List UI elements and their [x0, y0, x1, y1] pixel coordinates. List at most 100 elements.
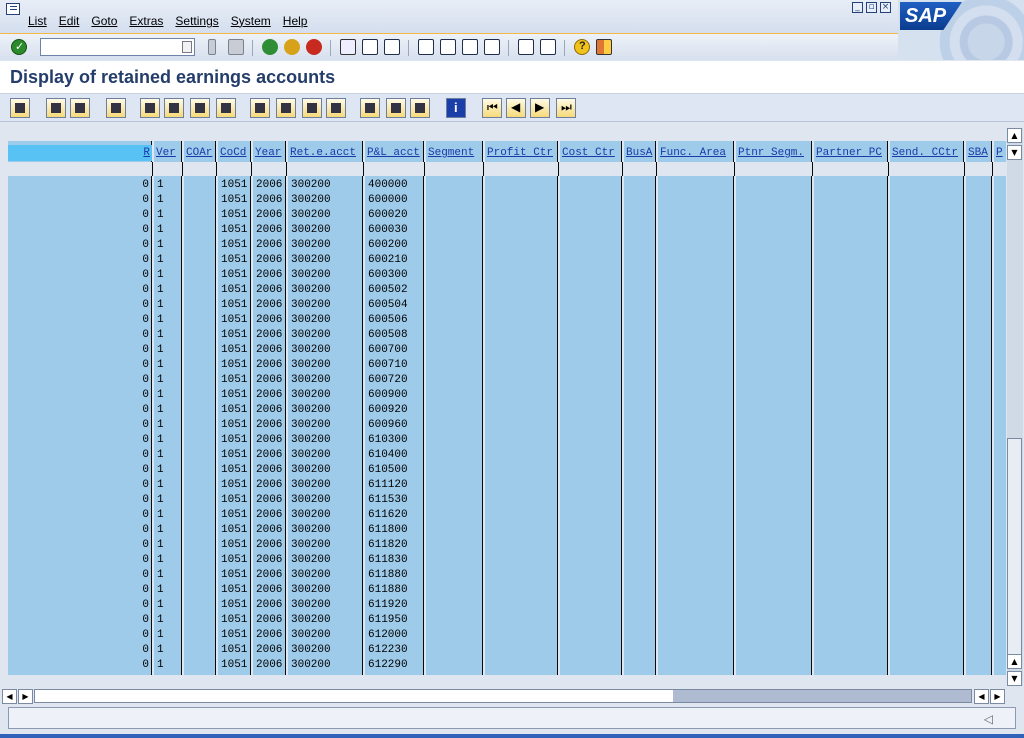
exit-icon[interactable] [284, 39, 300, 55]
system-menu-icon[interactable] [6, 3, 20, 15]
subtotal-icon[interactable] [164, 98, 184, 118]
table-row[interactable]: 0 1 1051 2006 300200 610300 [8, 433, 1006, 448]
next-page-icon[interactable] [462, 39, 478, 55]
close-icon[interactable]: × [880, 2, 891, 13]
table-row[interactable]: 0 1 1051 2006 300200 611950 [8, 613, 1006, 628]
table-row[interactable]: 0 1 1051 2006 300200 612000 [8, 628, 1006, 643]
table-row[interactable]: 0 1 1051 2006 300200 600700 [8, 343, 1006, 358]
table-row[interactable]: 0 1 1051 2006 300200 611120 [8, 478, 1006, 493]
table-row[interactable]: 0 1 1051 2006 300200 400000 [8, 178, 1006, 193]
command-field[interactable] [40, 38, 195, 56]
find-next-icon[interactable] [384, 39, 400, 55]
menu-extras[interactable]: Extras [129, 14, 163, 28]
table-row[interactable]: 0 1 1051 2006 300200 611920 [8, 598, 1006, 613]
minimize-icon[interactable]: _ [852, 2, 863, 13]
column-header[interactable]: SBA [966, 145, 992, 161]
table-row[interactable]: 0 1 1051 2006 300200 611880 [8, 583, 1006, 598]
scroll-page-down-icon[interactable]: ▲ [1007, 654, 1022, 669]
spreadsheet-icon[interactable] [302, 98, 322, 118]
column-header[interactable]: Func. Area [658, 145, 734, 161]
scroll-left-icon[interactable]: ◀ [2, 689, 17, 704]
scroll-left-page-icon[interactable]: ◀ [974, 689, 989, 704]
maximize-icon[interactable]: ▫ [866, 2, 877, 13]
create-shortcut-icon[interactable] [540, 39, 556, 55]
table-row[interactable]: 0 1 1051 2006 300200 610400 [8, 448, 1006, 463]
sort-icon[interactable] [70, 98, 90, 118]
vertical-scrollbar[interactable]: ▲ ▼ ▲ ▼ [1007, 128, 1023, 686]
collapse-icon[interactable] [216, 98, 236, 118]
table-row[interactable]: 0 1 1051 2006 300200 600920 [8, 403, 1006, 418]
change-layout-icon[interactable] [360, 98, 380, 118]
column-header[interactable]: R [8, 145, 152, 161]
print-icon[interactable] [340, 39, 356, 55]
help-icon[interactable] [574, 39, 590, 55]
vertical-scroll-thumb[interactable] [1007, 438, 1022, 658]
back-arrow-icon[interactable] [208, 39, 216, 55]
menu-system[interactable]: System [231, 14, 271, 28]
first-page-button-icon[interactable] [482, 98, 502, 118]
table-row[interactable]: 0 1 1051 2006 300200 600200 [8, 238, 1006, 253]
enter-icon[interactable] [11, 39, 27, 55]
create-session-icon[interactable] [518, 39, 534, 55]
status-bar-grip-icon[interactable]: ◁ [984, 712, 993, 726]
column-header[interactable]: Ver [154, 145, 182, 161]
table-row[interactable]: 0 1 1051 2006 300200 611830 [8, 553, 1006, 568]
column-header[interactable]: Send. CCtr [890, 145, 964, 161]
table-row[interactable]: 0 1 1051 2006 300200 612290 [8, 658, 1006, 673]
table-row[interactable]: 0 1 1051 2006 300200 611880 [8, 568, 1006, 583]
column-header[interactable]: Segment [426, 145, 483, 161]
word-processing-icon[interactable] [276, 98, 296, 118]
table-row[interactable]: 0 1 1051 2006 300200 600504 [8, 298, 1006, 313]
command-history-icon[interactable] [182, 41, 192, 53]
scroll-right-icon[interactable]: ▶ [990, 689, 1005, 704]
horizontal-scrollbar[interactable]: ◀ ▶ ◀ ▶ [0, 687, 1024, 705]
scroll-page-up-icon[interactable]: ▼ [1007, 145, 1022, 160]
menu-goto[interactable]: Goto [91, 14, 117, 28]
table-row[interactable]: 0 1 1051 2006 300200 611530 [8, 493, 1006, 508]
information-icon[interactable] [446, 98, 466, 118]
column-header[interactable]: Ret.e.acct [288, 145, 363, 161]
table-row[interactable]: 0 1 1051 2006 300200 600030 [8, 223, 1006, 238]
column-header[interactable]: Ptnr Segm. [736, 145, 812, 161]
table-row[interactable]: 0 1 1051 2006 300200 600710 [8, 358, 1006, 373]
save-layout-icon[interactable] [410, 98, 430, 118]
scroll-right-page-icon[interactable]: ▶ [18, 689, 33, 704]
table-row[interactable]: 0 1 1051 2006 300200 611800 [8, 523, 1006, 538]
expand-icon[interactable] [190, 98, 210, 118]
cancel-icon[interactable] [306, 39, 322, 55]
save-icon[interactable] [228, 39, 244, 55]
layout-menu-icon[interactable] [596, 39, 612, 55]
previous-page-icon[interactable] [440, 39, 456, 55]
menu-list[interactable]: List [28, 14, 47, 28]
last-page-button-icon[interactable] [556, 98, 576, 118]
local-file-icon[interactable] [326, 98, 346, 118]
sum-icon[interactable] [140, 98, 160, 118]
last-page-icon[interactable] [484, 39, 500, 55]
table-row[interactable]: 0 1 1051 2006 300200 611620 [8, 508, 1006, 523]
filter-icon[interactable] [106, 98, 126, 118]
table-row[interactable]: 0 1 1051 2006 300200 611820 [8, 538, 1006, 553]
command-input[interactable] [41, 39, 171, 55]
export-icon[interactable] [250, 98, 270, 118]
column-header[interactable]: Partner PC [814, 145, 888, 161]
table-row[interactable]: 0 1 1051 2006 300200 600960 [8, 418, 1006, 433]
next-page-button-icon[interactable] [530, 98, 550, 118]
table-row[interactable]: 0 1 1051 2006 300200 600508 [8, 328, 1006, 343]
table-row[interactable]: 0 1 1051 2006 300200 610500 [8, 463, 1006, 478]
table-row[interactable]: 0 1 1051 2006 300200 600000 [8, 193, 1006, 208]
menu-edit[interactable]: Edit [59, 14, 80, 28]
horizontal-scroll-thumb[interactable] [673, 690, 971, 702]
previous-page-button-icon[interactable] [506, 98, 526, 118]
menu-help[interactable]: Help [283, 14, 308, 28]
table-row[interactable]: 0 1 1051 2006 300200 600300 [8, 268, 1006, 283]
column-header[interactable]: Year [253, 145, 286, 161]
menu-settings[interactable]: Settings [175, 14, 218, 28]
horizontal-scroll-track[interactable] [34, 689, 972, 703]
back-icon[interactable] [262, 39, 278, 55]
scroll-down-icon[interactable]: ▼ [1007, 671, 1022, 686]
column-header[interactable]: BusA [624, 145, 656, 161]
print-preview-icon[interactable] [46, 98, 66, 118]
scroll-up-icon[interactable]: ▲ [1007, 128, 1022, 143]
column-header[interactable]: Cost Ctr [560, 145, 622, 161]
table-row[interactable]: 0 1 1051 2006 300200 600020 [8, 208, 1006, 223]
